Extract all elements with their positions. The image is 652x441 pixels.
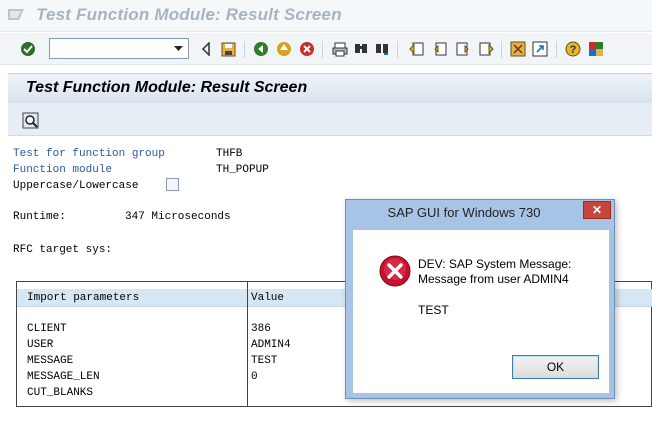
toolbar-separator — [501, 41, 502, 58]
window-title: Test Function Module: Result Screen — [36, 5, 342, 24]
dialog-message: DEV: SAP System Message: Message from us… — [418, 257, 571, 287]
create-shortcut-icon[interactable] — [531, 40, 549, 58]
table-row-param: CUT_BLANKS — [27, 387, 94, 399]
table-column-divider — [247, 282, 248, 406]
customize-layout-icon[interactable] — [587, 40, 605, 58]
command-field[interactable] — [49, 38, 189, 59]
toolbar-separator — [397, 41, 398, 58]
display-icon[interactable] — [21, 111, 39, 129]
uppercase-checkbox[interactable] — [166, 178, 179, 191]
table-row-value: 0 — [251, 371, 258, 383]
application-toolbar — [8, 103, 652, 136]
function-group-value: THFB — [216, 148, 243, 160]
function-module-value: TH_POPUP — [216, 164, 269, 176]
page-title: Test Function Module: Result Screen — [26, 79, 308, 96]
sap-gui-message-dialog: SAP GUI for Windows 730 ✕ DEV: SAP Syste… — [345, 199, 615, 399]
table-row-value: 386 — [251, 323, 271, 335]
table-row-value: ADMIN4 — [251, 339, 291, 351]
find-next-icon[interactable] — [373, 40, 391, 58]
dialog-message-line2: Message from user ADMIN4 — [418, 272, 569, 286]
table-row-param: CLIENT — [27, 323, 67, 335]
dialog-message-line1: DEV: SAP System Message: — [418, 257, 572, 271]
table-header-param[interactable]: Import parameters — [27, 292, 139, 304]
previous-page-icon[interactable] — [431, 40, 449, 58]
find-icon[interactable] — [352, 40, 370, 58]
print-icon[interactable] — [331, 40, 349, 58]
dialog-message-body: TEST — [418, 303, 449, 317]
toolbar-separator — [322, 41, 323, 58]
close-icon[interactable]: ✕ — [583, 201, 611, 219]
table-row-param: USER — [27, 339, 54, 351]
error-icon — [379, 255, 411, 287]
runtime-label: Runtime: — [13, 211, 66, 223]
next-page-icon[interactable] — [454, 40, 472, 58]
table-row-value: TEST — [251, 355, 278, 367]
table-header-value[interactable]: Value — [251, 292, 284, 304]
sap-logo-icon — [8, 9, 24, 20]
table-row-param: MESSAGE_LEN — [27, 371, 100, 383]
ok-button[interactable]: OK — [512, 355, 599, 379]
table-row-param: MESSAGE — [27, 355, 74, 367]
help-icon[interactable]: ? — [564, 40, 582, 58]
dialog-body: DEV: SAP System Message: Message from us… — [353, 230, 609, 393]
uppercase-label: Uppercase/Lowercase — [13, 180, 139, 192]
save-icon[interactable] — [219, 40, 237, 58]
first-page-icon[interactable] — [408, 40, 426, 58]
rfc-target-label: RFC target sys: — [13, 244, 113, 256]
dialog-title: SAP GUI for Windows 730 — [387, 205, 541, 220]
function-module-label: Function module — [13, 164, 113, 176]
toolbar-separator — [244, 41, 245, 58]
cancel-icon[interactable] — [298, 40, 316, 58]
function-group-label: Test for function group — [13, 148, 165, 160]
exit-icon[interactable] — [275, 40, 293, 58]
chevron-down-icon[interactable] — [170, 40, 187, 57]
create-session-icon[interactable] — [509, 40, 527, 58]
runtime-value: 347 Microseconds — [125, 211, 231, 223]
svg-text:?: ? — [570, 44, 577, 56]
toolbar-separator — [556, 41, 557, 58]
back-nav-icon[interactable] — [197, 40, 215, 58]
screen-header: Test Function Module: Result Screen — [8, 73, 652, 103]
back-icon[interactable] — [252, 40, 270, 58]
command-input[interactable] — [52, 40, 170, 57]
last-page-icon[interactable] — [477, 40, 495, 58]
enter-icon[interactable] — [19, 40, 37, 58]
window-title-bar: Test Function Module: Result Screen — [0, 0, 652, 32]
